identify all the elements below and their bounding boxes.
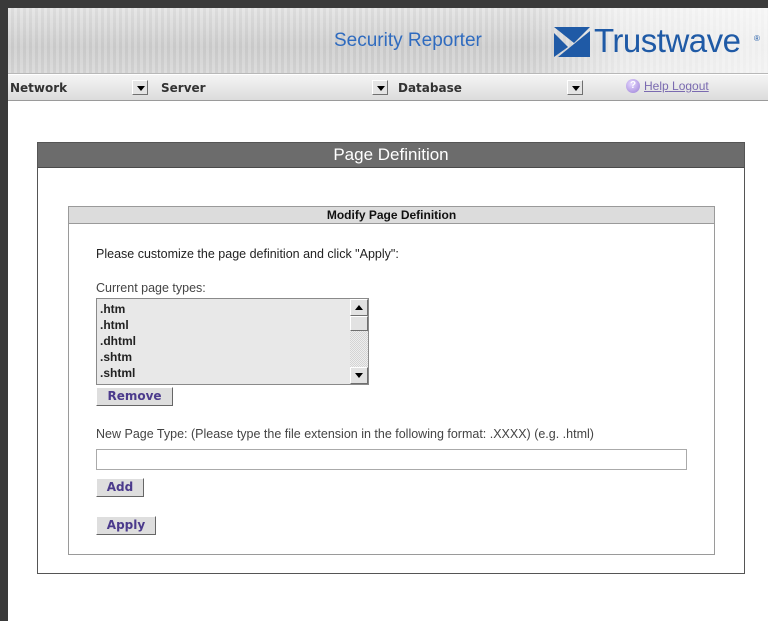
page-title: Page Definition (333, 145, 449, 164)
modify-page-definition-box: Modify Page Definition Please customize … (68, 206, 715, 555)
list-item[interactable]: .shtm (100, 349, 350, 365)
new-page-type-label: New Page Type: (Please type the file ext… (96, 427, 594, 441)
trustwave-logo: Trustwave ® (554, 20, 764, 64)
listbox-scrollbar[interactable] (350, 299, 368, 384)
top-nav-bar: Network Server Database ? Help Logout (8, 75, 768, 101)
logo-wordmark: Trustwave (594, 22, 741, 59)
scroll-up-arrow-icon[interactable] (350, 299, 368, 316)
product-name: Security Reporter (334, 30, 482, 51)
nav-menu-server[interactable]: Server (161, 81, 206, 95)
current-page-types-listbox[interactable]: .htm .html .dhtml .shtm .shtml (96, 298, 369, 385)
window-frame-top (0, 0, 768, 8)
add-button[interactable]: Add (96, 478, 144, 497)
header-banner: Security Reporter Trustwave ® (8, 8, 768, 74)
remove-button[interactable]: Remove (96, 387, 173, 406)
scrollbar-thumb[interactable] (350, 316, 368, 331)
trustwave-logo-icon (554, 27, 590, 57)
window-frame-left (0, 0, 8, 621)
current-page-types-label: Current page types: (96, 281, 206, 295)
help-link[interactable]: Help Logout (644, 79, 709, 93)
nav-menu-database[interactable]: Database (398, 81, 462, 95)
registered-mark: ® (754, 34, 760, 43)
nav-menu-network[interactable]: Network (10, 81, 67, 95)
list-item[interactable]: .htm (100, 301, 350, 317)
new-page-type-input[interactable] (96, 449, 687, 470)
help-icon[interactable]: ? (626, 79, 640, 93)
modify-title: Modify Page Definition (326, 208, 457, 222)
list-item[interactable]: .html (100, 317, 350, 333)
scroll-down-arrow-icon[interactable] (350, 367, 368, 384)
help-link-label[interactable]: Help (644, 79, 669, 93)
apply-button[interactable]: Apply (96, 516, 156, 535)
page-definition-panel: Page Definition Modify Page Definition P… (37, 142, 745, 574)
modify-header: Modify Page Definition (69, 207, 714, 224)
page-title-bar: Page Definition (38, 143, 744, 168)
instruction-text: Please customize the page definition and… (96, 247, 399, 261)
list-item[interactable]: .shtml (100, 365, 350, 381)
chevron-down-icon[interactable] (372, 80, 388, 95)
chevron-down-icon[interactable] (567, 80, 583, 95)
logout-link-label[interactable]: Logout (672, 79, 709, 93)
listbox-items: .htm .html .dhtml .shtm .shtml (97, 299, 350, 384)
list-item[interactable]: .dhtml (100, 333, 350, 349)
chevron-down-icon[interactable] (132, 80, 148, 95)
